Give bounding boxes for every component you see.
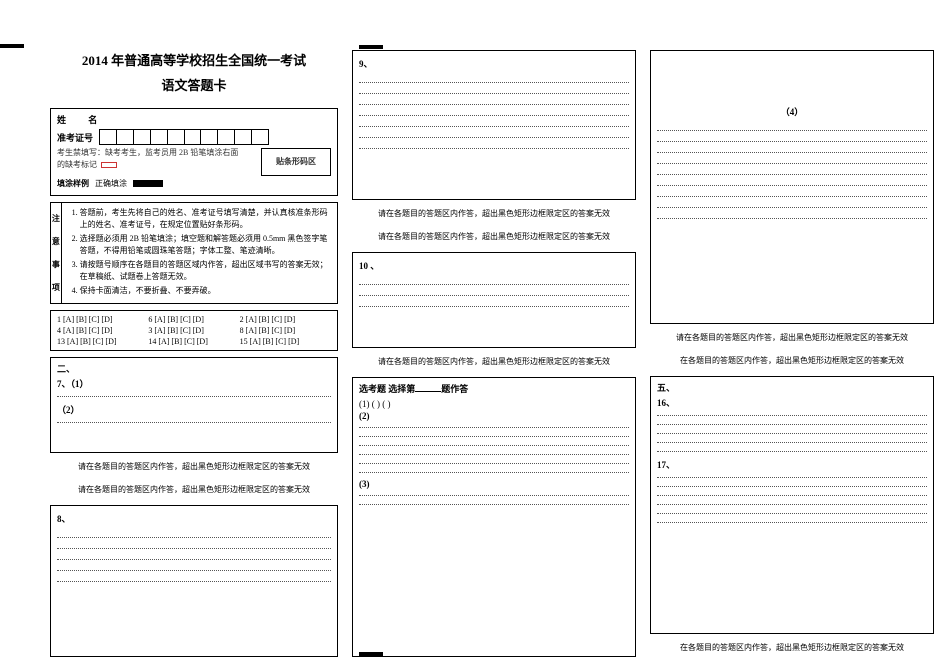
absent-mark-box[interactable] xyxy=(101,162,117,168)
exam-number-boxes[interactable] xyxy=(99,129,269,145)
mcq-cell[interactable]: 13 [A] [B] [C] [D] xyxy=(57,337,148,346)
column-1: 2014 年普通高等学校招生全国统一考试 语文答题卡 姓 名 准考证号 考生禁填… xyxy=(50,50,338,657)
column-2: 9、 请在各题目的答题区内作答，超出黑色矩形边框限定区的答案无效 请在各题目的答… xyxy=(352,50,636,657)
attention-item: 保持卡面清洁，不要折叠、不要弄破。 xyxy=(80,285,333,297)
mcq-cell[interactable]: 8 [A] [B] [C] [D] xyxy=(240,326,331,335)
answer-sheet: 2014 年普通高等学校招生全国统一考试 语文答题卡 姓 名 准考证号 考生禁填… xyxy=(50,50,935,657)
zone-notice: 请在各题目的答题区内作答，超出黑色矩形边框限定区的答案无效 xyxy=(50,459,338,476)
section-5-label: 五、 xyxy=(657,381,927,394)
zone-notice: 请在各题目的答题区内作答，超出黑色矩形边框限定区的答案无效 xyxy=(50,482,338,499)
frq-q10[interactable]: 10 、 xyxy=(352,252,636,348)
sheet-header: 2014 年普通高等学校招生全国统一考试 语文答题卡 xyxy=(50,50,338,102)
q9-label: 9、 xyxy=(359,57,629,70)
zone-notice: 请在各题目的答题区内作答，超出黑色矩形边框限定区的答案无效 xyxy=(352,229,636,246)
exam-title: 2014 年普通高等学校招生全国统一考试 xyxy=(50,50,338,69)
attention-item: 答题前，考生先将自己的姓名、准考证号填写清楚，并认真核准条形码上的姓名、准考证号… xyxy=(80,207,333,231)
mcq-cell[interactable]: 15 [A] [B] [C] [D] xyxy=(240,337,331,346)
zone-notice: 在各题目的答题区内作答，超出黑色矩形边框限定区的答案无效 xyxy=(650,353,934,370)
crop-mark xyxy=(0,44,24,48)
q10-label: 10 、 xyxy=(359,259,629,272)
mcq-cell[interactable]: 6 [A] [B] [C] [D] xyxy=(148,315,239,324)
fill-example-label: 填涂样例 xyxy=(57,178,89,189)
candidate-info-box: 姓 名 准考证号 考生禁填写：缺考考生，监考员用 2B 铅笔填涂右面 的缺考标记 xyxy=(50,108,338,196)
fill-example-swatch xyxy=(133,180,163,187)
mcq-cell[interactable]: 1 [A] [B] [C] [D] xyxy=(57,315,148,324)
attention-item: 请按题号顺序在各题目的答题区域内作答，超出区域书写的答案无效；在草稿纸、试题卷上… xyxy=(80,259,333,283)
fill-example-good-label: 正确填涂 xyxy=(95,178,127,189)
answer-line xyxy=(57,422,331,423)
fill-hint-line2: 的缺考标记 xyxy=(57,160,97,171)
crop-mark xyxy=(359,45,383,49)
frq-q4[interactable]: （4） xyxy=(650,50,934,324)
zone-notice: 在各题目的答题区内作答，超出黑色矩形边框限定区的答案无效 xyxy=(650,640,934,657)
q16-label: 16、 xyxy=(657,396,927,409)
fill-hint-line1: 考生禁填写：缺考考生，监考员用 2B 铅笔填涂右面 xyxy=(57,148,257,159)
exam-subtitle: 语文答题卡 xyxy=(50,75,338,94)
optional-question-box[interactable]: 选考题 选择第题作答 (1) ( ) ( ) (2) (3) xyxy=(352,377,636,657)
zone-notice: 请在各题目的答题区内作答，超出黑色矩形边框限定区的答案无效 xyxy=(352,206,636,223)
mcq-grid[interactable]: 1 [A] [B] [C] [D] 6 [A] [B] [C] [D] 2 [A… xyxy=(50,310,338,351)
opt-row-1: (1) ( ) ( ) xyxy=(359,399,629,409)
optional-heading: 选考题 选择第题作答 xyxy=(359,382,629,395)
q17-label: 17、 xyxy=(657,458,927,471)
q8-label: 8、 xyxy=(57,512,331,525)
optional-blank[interactable] xyxy=(415,391,441,392)
name-label: 姓 名 xyxy=(57,113,107,126)
frq-section5[interactable]: 五、 16、 17、 xyxy=(650,376,934,634)
q7-1-label: 7、（1） xyxy=(57,377,331,390)
answer-line xyxy=(57,396,331,397)
section-2-label: 二、 xyxy=(57,362,331,375)
attention-box: 注 意 事 项 答题前，考生先将自己的姓名、准考证号填写清楚，并认真核准条形码上… xyxy=(50,202,338,304)
mcq-cell[interactable]: 2 [A] [B] [C] [D] xyxy=(240,315,331,324)
mcq-cell[interactable]: 4 [A] [B] [C] [D] xyxy=(57,326,148,335)
exam-number-label: 准考证号 xyxy=(57,131,93,144)
opt-2-label: (2) xyxy=(359,411,629,421)
opt-3-label: (3) xyxy=(359,479,629,489)
attention-item: 选择题必须用 2B 铅笔填涂；填空题和解答题必须用 0.5mm 黑色签字笔答题，… xyxy=(80,233,333,257)
q4-label: （4） xyxy=(657,105,927,118)
column-3: （4） 请在各题目的答题区内作答，超出黑色矩形边框限定区的答案无效 在各题目的答… xyxy=(650,50,934,657)
mcq-cell[interactable]: 14 [A] [B] [C] [D] xyxy=(148,337,239,346)
q7-2-label: （2） xyxy=(57,403,331,416)
barcode-area[interactable]: 贴条形码区 xyxy=(261,148,331,176)
frq-q8[interactable]: 8、 xyxy=(50,505,338,657)
frq-q7[interactable]: 二、 7、（1） （2） xyxy=(50,357,338,453)
zone-notice: 请在各题目的答题区内作答，超出黑色矩形边框限定区的答案无效 xyxy=(650,330,934,347)
mcq-cell[interactable]: 3 [A] [B] [C] [D] xyxy=(148,326,239,335)
zone-notice: 请在各题目的答题区内作答，超出黑色矩形边框限定区的答案无效 xyxy=(352,354,636,371)
frq-q9[interactable]: 9、 xyxy=(352,50,636,200)
